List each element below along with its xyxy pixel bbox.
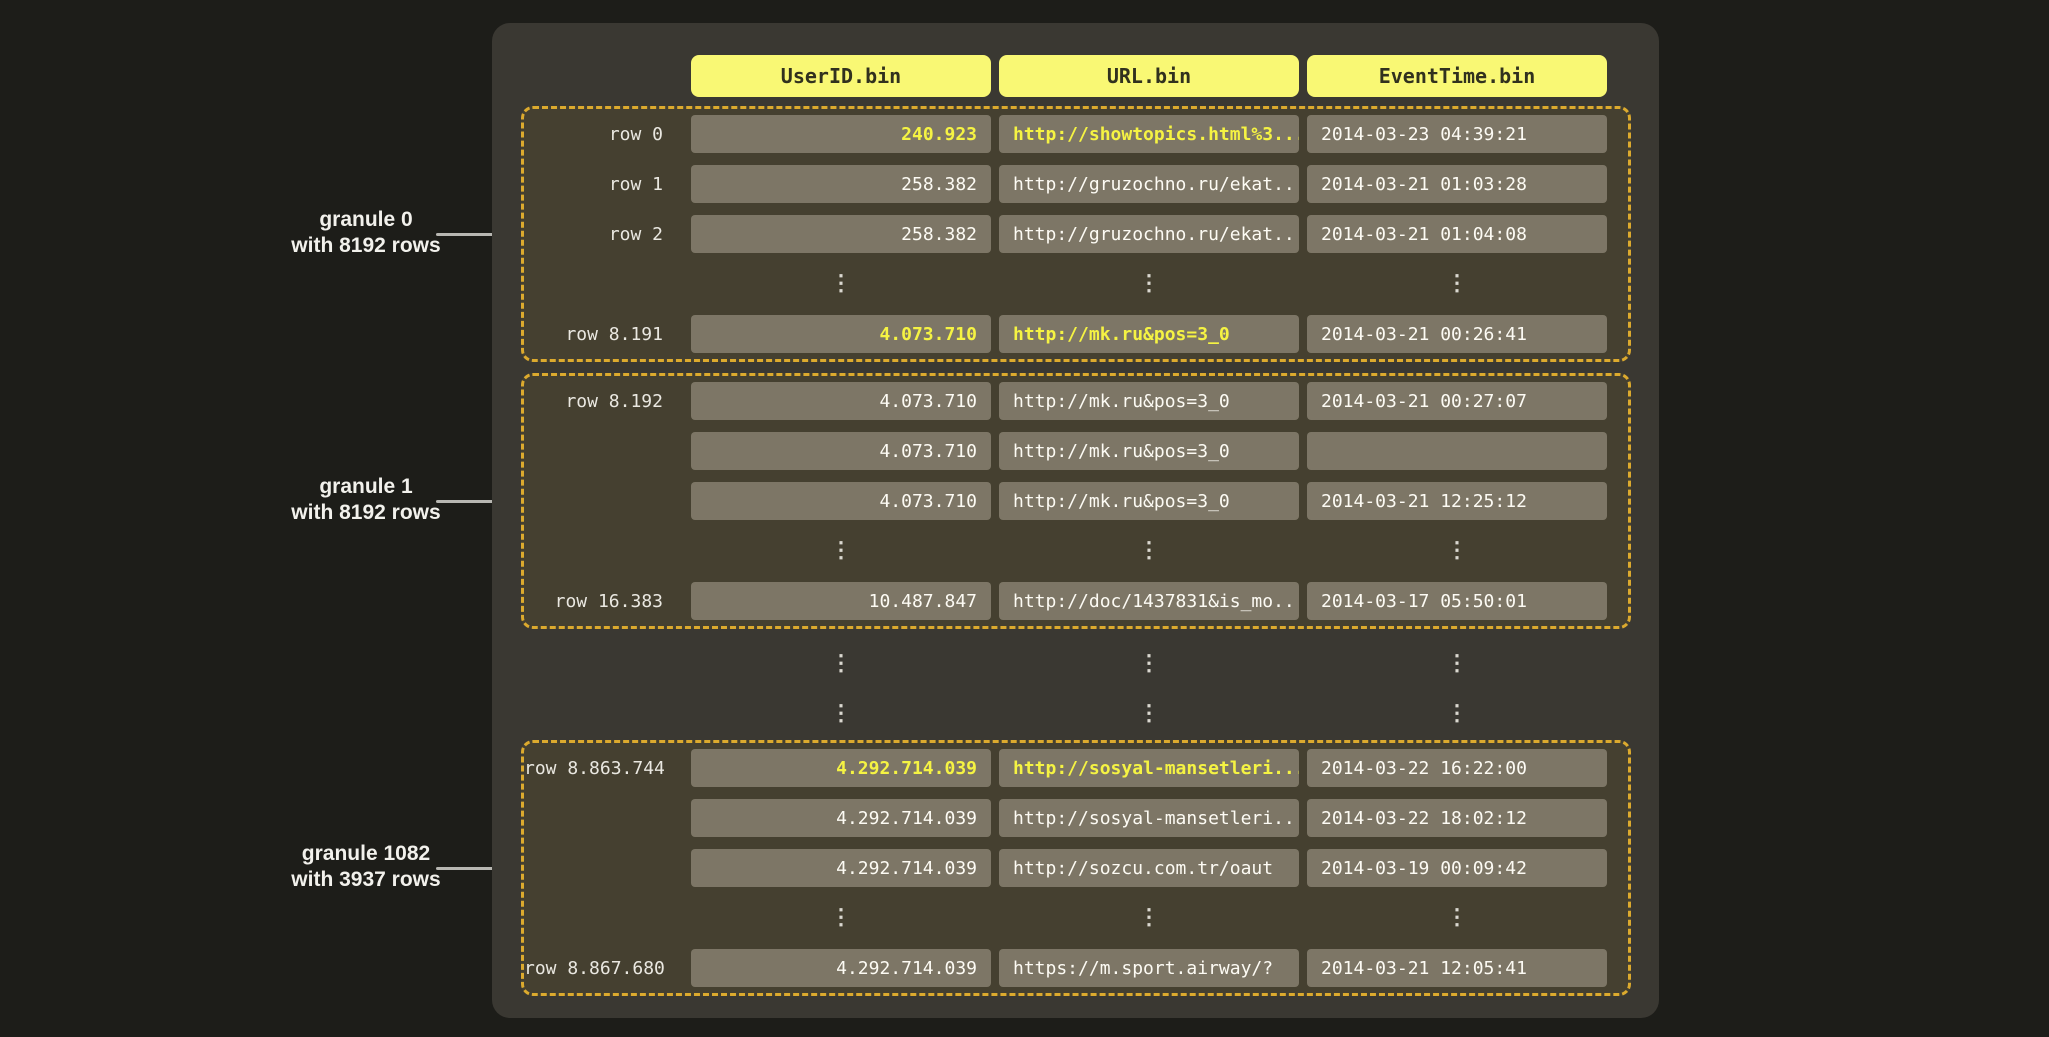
row-label: row 8.192 — [524, 391, 683, 412]
row-label: row 16.383 — [524, 591, 683, 612]
cell-url: http://gruzochno.ru/ekat... — [999, 215, 1299, 253]
row-label: row 8.867.680 — [524, 958, 683, 979]
cell-eventtime: 2014-03-22 18:02:12 — [1307, 799, 1607, 837]
column-header-url-bin: URL.bin — [999, 55, 1299, 97]
granule-label-line2: with 3937 rows — [236, 867, 496, 893]
table-row: row 1 258.382http://gruzochno.ru/ekat...2… — [524, 159, 1628, 209]
vertical-ellipsis-icon: ⋮ — [1307, 653, 1607, 675]
vertical-ellipsis-icon: ⋮ — [999, 273, 1299, 295]
cell-userid: 258.382 — [691, 215, 991, 253]
diagram-stage: granule 0with 8192 rowsgranule 1with 819… — [0, 0, 2049, 1037]
column-files-panel: UserID.bin URL.bin EventTime.bin row 0 24… — [492, 23, 1659, 1018]
cell-eventtime: 2014-03-21 12:05:41 — [1307, 949, 1607, 987]
table-row: row 8.191 4.073.710http://mk.ru&pos=3_020… — [524, 309, 1628, 359]
vertical-ellipsis-icon: ⋮ — [999, 703, 1299, 725]
column-header-eventtime-bin: EventTime.bin — [1307, 55, 1607, 97]
vertical-ellipsis-icon: ⋮ — [691, 653, 991, 675]
table-row: row 16.383 10.487.847http://doc/1437831&i… — [524, 576, 1628, 626]
cell-userid: 4.073.710 — [691, 382, 991, 420]
cell-eventtime: 2014-03-21 01:04:08 — [1307, 215, 1607, 253]
cell-url: https://m.sport.airway/? — [999, 949, 1299, 987]
vertical-ellipsis-icon: ⋮ — [999, 653, 1299, 675]
table-row: row 8.863.744 4.292.714.039http://sosyal-… — [524, 743, 1628, 793]
row-label: row 1 — [524, 174, 683, 195]
vertical-ellipsis-icon: ⋮ — [999, 907, 1299, 929]
cell-eventtime: 2014-03-22 16:22:00 — [1307, 749, 1607, 787]
row-label: row 8.191 — [524, 324, 683, 345]
cell-userid: 4.292.714.039 — [691, 799, 991, 837]
cell-eventtime — [1307, 432, 1607, 470]
cell-userid: 258.382 — [691, 165, 991, 203]
vertical-ellipsis-icon: ⋮ — [691, 540, 991, 562]
cell-url: http://gruzochno.ru/ekat... — [999, 165, 1299, 203]
table-row: 4.073.710http://mk.ru&pos=3_0 — [524, 426, 1628, 476]
vertical-ellipsis-icon: ⋮ — [1307, 540, 1607, 562]
granule-1-box: row 8.1924.073.710http://mk.ru&pos=3_020… — [521, 373, 1631, 629]
cell-eventtime: 2014-03-17 05:50:01 — [1307, 582, 1607, 620]
cell-eventtime: 2014-03-21 01:03:28 — [1307, 165, 1607, 203]
table-row: 4.292.714.039http://sozcu.com.tr/oaut201… — [524, 843, 1628, 893]
cell-url: http://sosyal-mansetleri... — [999, 749, 1299, 787]
ellipsis-row-granule-1082-3: ⋮ ⋮ ⋮ — [524, 893, 1628, 943]
table-row: row 0 240.923http://showtopics.html%3...2… — [524, 109, 1628, 159]
row-label: row 0 — [524, 124, 683, 145]
granule-label-line1: granule 1 — [236, 474, 496, 500]
between-granules-ellipsis: ⋮ ⋮ ⋮ ⋮ ⋮ ⋮ — [521, 639, 1631, 739]
granule-label-line2: with 8192 rows — [236, 233, 496, 259]
vertical-ellipsis-icon: ⋮ — [691, 273, 991, 295]
cell-url: http://mk.ru&pos=3_0 — [999, 382, 1299, 420]
cell-eventtime: 2014-03-21 00:26:41 — [1307, 315, 1607, 353]
granule-1082-box: row 8.863.7444.292.714.039http://sosyal-… — [521, 740, 1631, 996]
vertical-ellipsis-icon: ⋮ — [1307, 907, 1607, 929]
cell-url: http://mk.ru&pos=3_0 — [999, 482, 1299, 520]
cell-url: http://sozcu.com.tr/oaut — [999, 849, 1299, 887]
granule-label-line1: granule 1082 — [236, 841, 496, 867]
column-headers-row: UserID.bin URL.bin EventTime.bin — [521, 55, 1659, 97]
cell-userid: 4.073.710 — [691, 432, 991, 470]
ellipsis-row-gap-0: ⋮ ⋮ ⋮ — [521, 639, 1631, 689]
table-row: row 8.192 4.073.710http://mk.ru&pos=3_020… — [524, 376, 1628, 426]
cell-userid: 4.073.710 — [691, 315, 991, 353]
cell-userid: 4.073.710 — [691, 482, 991, 520]
vertical-ellipsis-icon: ⋮ — [691, 703, 991, 725]
cell-eventtime: 2014-03-23 04:39:21 — [1307, 115, 1607, 153]
vertical-ellipsis-icon: ⋮ — [1307, 703, 1607, 725]
vertical-ellipsis-icon: ⋮ — [1307, 273, 1607, 295]
cell-url: http://mk.ru&pos=3_0 — [999, 432, 1299, 470]
cell-url: http://doc/1437831&is_mo... — [999, 582, 1299, 620]
cell-userid: 4.292.714.039 — [691, 749, 991, 787]
cell-url: http://showtopics.html%3... — [999, 115, 1299, 153]
vertical-ellipsis-icon: ⋮ — [691, 907, 991, 929]
granule-label-line2: with 8192 rows — [236, 500, 496, 526]
vertical-ellipsis-icon: ⋮ — [999, 540, 1299, 562]
cell-url: http://sosyal-mansetleri... — [999, 799, 1299, 837]
table-row: row 8.867.680 4.292.714.039https://m.spor… — [524, 943, 1628, 993]
granule-0-box: row 0240.923http://showtopics.html%3...2… — [521, 106, 1631, 362]
cell-url: http://mk.ru&pos=3_0 — [999, 315, 1299, 353]
granule-label-line1: granule 0 — [236, 207, 496, 233]
cell-userid: 240.923 — [691, 115, 991, 153]
cell-eventtime: 2014-03-21 12:25:12 — [1307, 482, 1607, 520]
cell-userid: 4.292.714.039 — [691, 949, 991, 987]
row-label: row 8.863.744 — [524, 758, 683, 779]
column-header-userid-bin: UserID.bin — [691, 55, 991, 97]
cell-userid: 4.292.714.039 — [691, 849, 991, 887]
table-row: row 2 258.382http://gruzochno.ru/ekat...2… — [524, 209, 1628, 259]
table-row: 4.292.714.039http://sosyal-mansetleri...… — [524, 793, 1628, 843]
ellipsis-row-granule-0-3: ⋮ ⋮ ⋮ — [524, 259, 1628, 309]
table-row: 4.073.710http://mk.ru&pos=3_02014-03-21 … — [524, 476, 1628, 526]
row-label: row 2 — [524, 224, 683, 245]
ellipsis-row-granule-1-3: ⋮ ⋮ ⋮ — [524, 526, 1628, 576]
cell-eventtime: 2014-03-19 00:09:42 — [1307, 849, 1607, 887]
cell-userid: 10.487.847 — [691, 582, 991, 620]
ellipsis-row-gap-1: ⋮ ⋮ ⋮ — [521, 689, 1631, 739]
granule-stack: row 0240.923http://showtopics.html%3...2… — [492, 106, 1631, 996]
cell-eventtime: 2014-03-21 00:27:07 — [1307, 382, 1607, 420]
